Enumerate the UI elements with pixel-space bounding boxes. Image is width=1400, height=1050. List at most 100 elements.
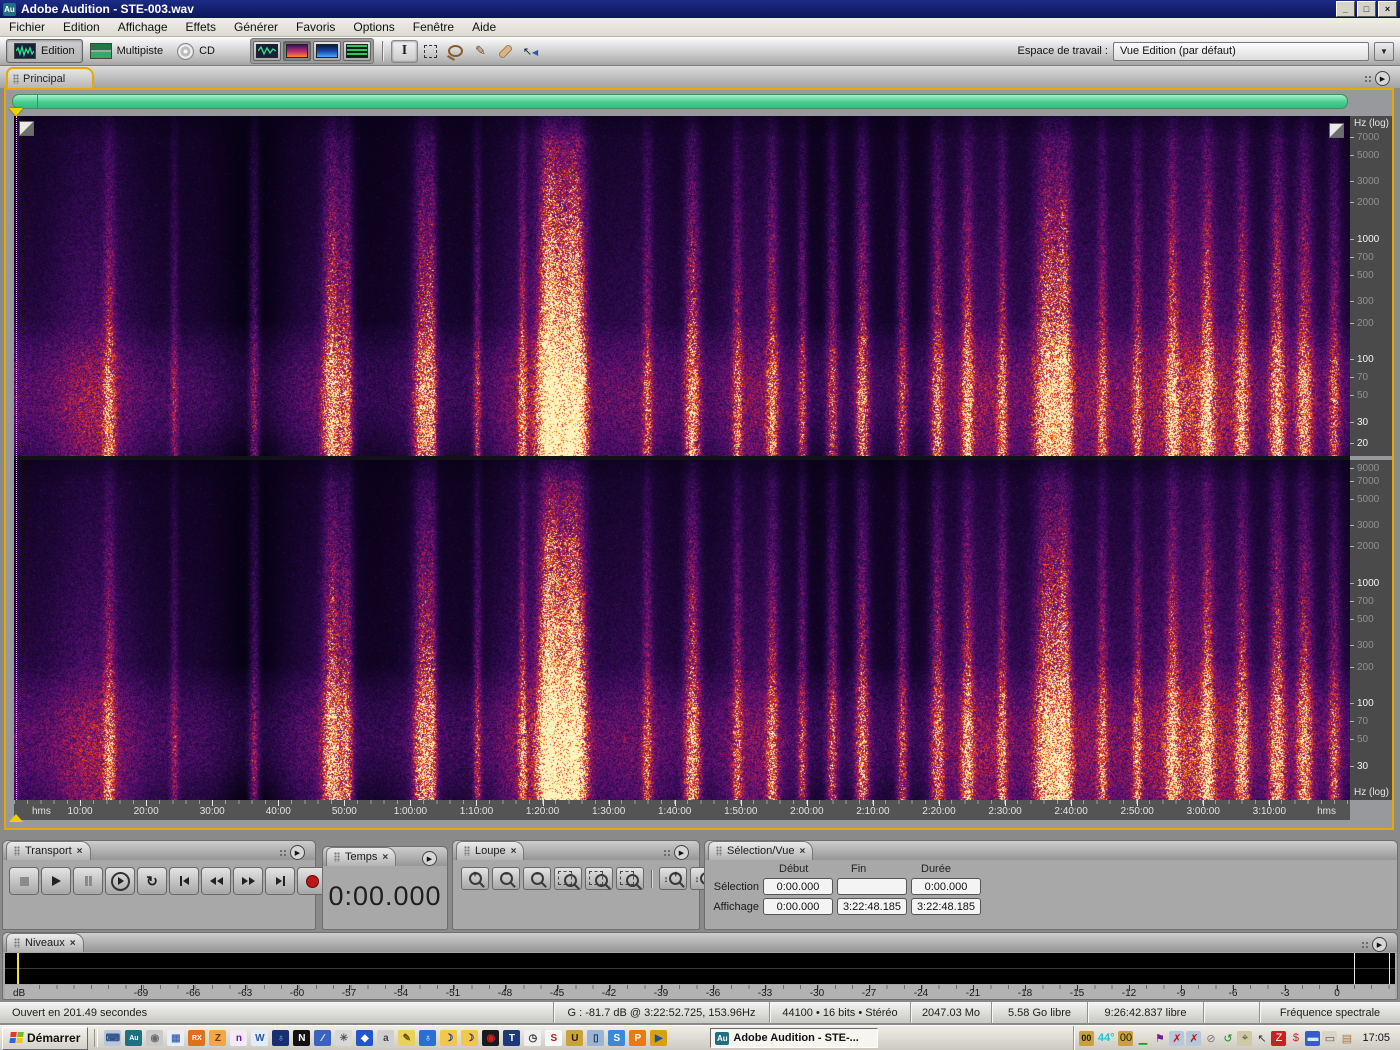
letter-a-icon[interactable]: a [377,1030,395,1046]
network-offline-icon-2[interactable]: ✗ [1186,1030,1202,1046]
levels-menu-button[interactable]: ▶ [1372,937,1387,952]
minimized-strip-icon[interactable]: ▁ [1135,1031,1150,1046]
player-circle-icon[interactable]: ◉ [146,1030,164,1046]
blocked-icon[interactable]: ⊘ [1203,1031,1218,1046]
workspace-select[interactable]: Vue Edition (par défaut) [1113,41,1369,61]
fast-forward-button[interactable] [233,867,263,895]
levels-tab[interactable]: Niveaux × [6,933,84,952]
time-menu-button[interactable]: ▶ [422,851,437,866]
playhead-marker-top[interactable] [9,108,23,116]
go-to-beginning-button[interactable] [169,867,199,895]
zonealarm-icon[interactable]: Z [1271,1030,1287,1046]
pause-button[interactable] [73,867,103,895]
menu-item-0[interactable]: Fichier [0,20,54,34]
selection-end-field[interactable] [837,878,907,895]
frequency-ruler-bottom-channel[interactable]: Hz (log) 9000 7000 5000 3000 2000 1000 700 500 3… [1350,460,1392,800]
onenote-icon[interactable]: n [230,1030,248,1046]
menu-item-6[interactable]: Options [344,20,403,34]
levels-close-icon[interactable]: × [70,938,76,949]
menu-item-5[interactable]: Favoris [287,20,344,34]
time-panel-tab[interactable]: Temps × [326,847,397,866]
menu-item-8[interactable]: Aide [463,20,505,34]
compass-icon[interactable]: ◷ [524,1030,542,1046]
menu-item-7[interactable]: Fenêtre [404,20,463,34]
go-to-end-button[interactable] [265,867,295,895]
spectral-pan-display-button[interactable] [313,41,341,61]
menu-item-3[interactable]: Effets [177,20,225,34]
tools-icon[interactable]: ✎ [398,1030,416,1046]
spot-healing-brush-tool-button[interactable] [493,41,518,62]
selection-close-icon[interactable]: × [799,846,805,857]
marquee-selection-tool-button[interactable] [418,41,443,62]
view-end-field[interactable]: 3:22:48.185 [837,898,907,915]
maximize-button[interactable]: □ [1357,1,1376,17]
frequency-ruler-top-channel[interactable]: Hz (log) 7000 5000 3000 2000 1000 700 500 300 20… [1350,116,1392,456]
selection-start-field[interactable]: 0:00.000 [763,878,833,895]
spectrogram-right-channel[interactable] [14,460,1350,800]
spectral-display-button[interactable] [283,41,311,61]
taskbar-audition-button[interactable]: Au Adobe Audition - STE-... [710,1028,879,1048]
play-button[interactable] [41,867,71,895]
lasso-selection-tool-button[interactable] [443,41,468,62]
spectral-corner-button-left[interactable] [19,121,34,136]
sbp-icon[interactable]: S [545,1030,563,1046]
start-button[interactable]: Démarrer [2,1026,89,1050]
transport-close-icon[interactable]: × [77,846,83,857]
zoom-out-full-button[interactable]: − [523,867,551,890]
close-button[interactable]: × [1378,1,1397,17]
zoom-in-horizontal-button[interactable]: + [461,867,489,890]
planet-icon[interactable]: ♁ [272,1030,290,1046]
scrub-tool-button[interactable]: ↖◀ [518,41,543,62]
diamond-doc-icon[interactable]: ◆ [356,1030,374,1046]
moon-icon-2[interactable]: ☽ [461,1030,479,1046]
transport-menu-button[interactable]: ▶ [290,845,305,860]
view-duration-field[interactable]: 3:22:48.185 [911,898,981,915]
transport-tab[interactable]: Transport × [6,841,91,860]
time-selection-tool-button[interactable]: I [391,39,418,63]
pdf-icon[interactable]: P [629,1030,647,1046]
cd-view-button[interactable]: CD [170,40,222,62]
transport-panel-menu[interactable]: ▶ [279,845,305,860]
mediaplayer-icon[interactable]: ▶ [650,1030,668,1046]
globe-icon[interactable]: ♁ [419,1030,437,1046]
playhead-cursor[interactable] [16,116,17,800]
moon-icon-1[interactable]: ☽ [440,1030,458,1046]
n-app-icon[interactable]: N [293,1030,311,1046]
menu-item-1[interactable]: Edition [54,20,109,34]
menu-item-4[interactable]: Générer [225,20,287,34]
pointer-icon[interactable]: ↖ [1254,1031,1269,1046]
network-offline-icon-1[interactable]: ✗ [1169,1030,1185,1046]
audition-icon[interactable]: Au [125,1030,143,1046]
time-close-icon[interactable]: × [382,852,388,863]
zoom-in-vertical-button[interactable]: ↕ + [659,867,687,890]
menu-item-2[interactable]: Affichage [109,20,177,34]
play-looped-button[interactable]: ↻ [137,867,167,895]
time-ruler[interactable]: hms hms 10:00 20:00 30:00 40:00 50:00 1:00:00… [14,800,1350,820]
zoom-out-horizontal-button[interactable]: − [492,867,520,890]
effects-paintbrush-tool-button[interactable]: ✎ [468,41,493,62]
zip-icon[interactable]: Z [209,1030,227,1046]
overview-scrollbar[interactable] [12,94,1348,109]
pda-icon[interactable]: ▯ [587,1030,605,1046]
money-icon[interactable]: $ [1288,1031,1303,1046]
workspace-dropdown-arrow[interactable]: ▼ [1374,41,1394,61]
spectrogram-left-channel[interactable] [14,116,1350,456]
view-start-field[interactable]: 0:00.000 [763,898,833,915]
wand-icon[interactable]: ∕ [314,1030,332,1046]
rx-icon[interactable]: RX [188,1030,206,1046]
show-desktop-icon[interactable]: ⌨ [104,1030,122,1046]
levels-panel-menu[interactable]: ▶ [1361,937,1387,952]
selection-panel-tab[interactable]: Sélection/Vue × [708,841,814,860]
zoom-in-right-edge-button[interactable] [616,867,644,890]
meter-00-icon[interactable]: 00 [1078,1030,1094,1046]
zoom-to-selection-button[interactable] [554,867,582,890]
taskbar-clock[interactable]: 17:05 [1356,1032,1398,1044]
playhead-marker-bottom[interactable] [9,814,23,822]
spectral-corner-button-right[interactable] [1329,123,1344,138]
eye-icon[interactable]: ◉ [482,1030,500,1046]
time-panel-menu[interactable]: ▶ [422,851,437,866]
multitrack-view-button[interactable]: Multipiste [83,40,170,62]
panel-menu-button[interactable]: ▶ [1375,71,1390,86]
display-icon[interactable]: ▬ [1305,1030,1321,1046]
word-icon[interactable]: W [251,1030,269,1046]
